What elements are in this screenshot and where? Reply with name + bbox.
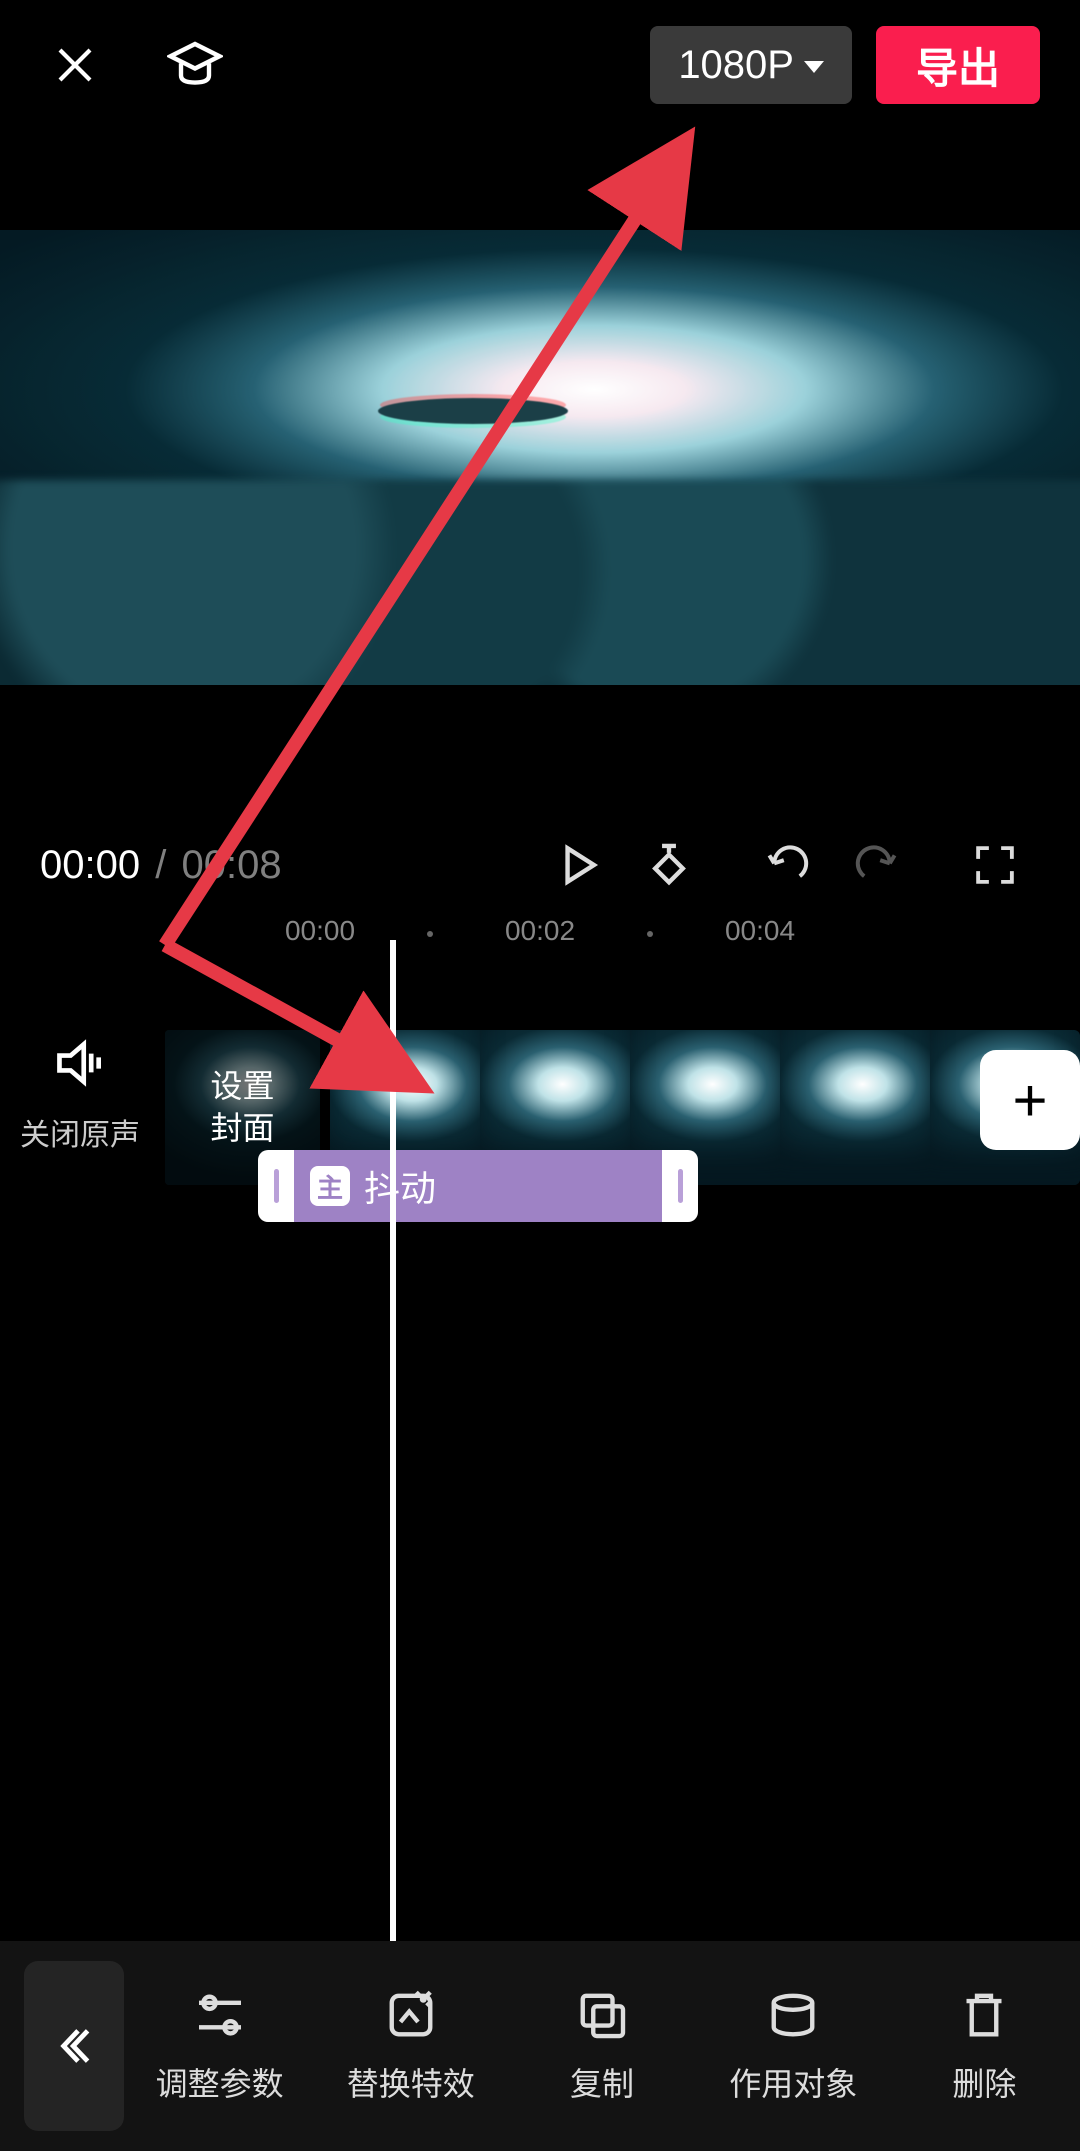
tool-adjust-params[interactable]: 调整参数 xyxy=(124,1987,315,2105)
effect-right-handle[interactable] xyxy=(662,1150,698,1222)
tool-replace-effect[interactable]: 替换特效 xyxy=(315,1987,506,2105)
tool-label: 作用对象 xyxy=(729,2059,857,2105)
ruler-mark: 00:02 xyxy=(505,915,575,947)
add-clip-button[interactable]: + xyxy=(980,1050,1080,1150)
cover-label-line2: 封面 xyxy=(210,1108,274,1150)
timecode: 00:00 / 00:08 xyxy=(40,843,282,888)
tool-delete[interactable]: 删除 xyxy=(889,1987,1080,2105)
resolution-label: 1080P xyxy=(678,43,794,88)
mute-original-audio[interactable]: 关闭原声 xyxy=(0,1035,160,1154)
keyframe-icon[interactable] xyxy=(624,835,714,895)
effect-badge: 主 xyxy=(310,1166,350,1206)
back-button[interactable] xyxy=(24,1961,124,2131)
chevron-down-icon xyxy=(804,61,824,73)
undo-icon[interactable] xyxy=(742,835,832,895)
bottom-toolbar: 调整参数 替换特效 复制 作用对象 删除 xyxy=(0,1941,1080,2151)
tool-label: 删除 xyxy=(952,2059,1016,2105)
plus-icon: + xyxy=(1012,1066,1047,1135)
timeline-ruler[interactable]: 00:00 00:02 00:04 xyxy=(0,915,1080,955)
playback-controls: 00:00 / 00:08 xyxy=(0,820,1080,910)
tutorial-icon[interactable] xyxy=(160,30,230,100)
ruler-tick xyxy=(647,931,653,937)
close-icon[interactable] xyxy=(40,30,110,100)
play-icon[interactable] xyxy=(534,835,624,895)
timeline[interactable]: 关闭原声 设置 封面 + 主 抖动 xyxy=(0,950,1080,1931)
ruler-mark: 00:04 xyxy=(725,915,795,947)
ruler-tick xyxy=(427,931,433,937)
tool-apply-target[interactable]: 作用对象 xyxy=(698,1987,889,2105)
export-label: 导出 xyxy=(916,35,1000,96)
resolution-button[interactable]: 1080P xyxy=(650,26,852,104)
time-separator: / xyxy=(155,843,166,887)
tool-copy[interactable]: 复制 xyxy=(506,1987,697,2105)
duration: 00:08 xyxy=(181,843,281,887)
cover-label-line1: 设置 xyxy=(210,1066,274,1108)
video-preview[interactable] xyxy=(0,230,1080,685)
export-button[interactable]: 导出 xyxy=(876,26,1040,104)
tool-label: 复制 xyxy=(570,2059,634,2105)
top-bar: 1080P 导出 xyxy=(0,0,1080,130)
current-time: 00:00 xyxy=(40,843,140,887)
top-bar-left xyxy=(40,30,230,100)
mute-label: 关闭原声 xyxy=(0,1110,160,1154)
effect-name: 抖动 xyxy=(364,1160,436,1212)
ruler-mark: 00:00 xyxy=(285,915,355,947)
effect-clip[interactable]: 主 抖动 xyxy=(258,1150,698,1222)
tool-label: 替换特效 xyxy=(347,2059,475,2105)
redo-icon[interactable] xyxy=(832,835,922,895)
tool-label: 调整参数 xyxy=(156,2059,284,2105)
fullscreen-icon[interactable] xyxy=(950,835,1040,895)
effect-body[interactable]: 主 抖动 xyxy=(294,1150,662,1222)
effect-left-handle[interactable] xyxy=(258,1150,294,1222)
